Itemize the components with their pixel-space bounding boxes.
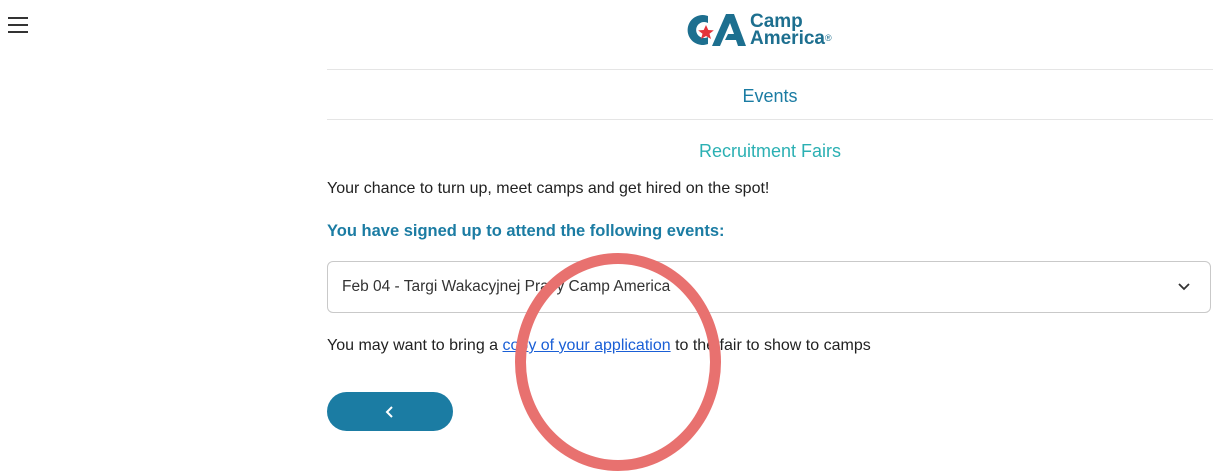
camp-america-logo-icon — [687, 14, 746, 46]
chevron-left-icon — [385, 405, 393, 418]
header-divider — [327, 69, 1213, 70]
chevron-down-icon — [1178, 283, 1190, 291]
nav-divider — [327, 119, 1213, 120]
back-button[interactable] — [327, 392, 453, 431]
signed-up-heading: You have signed up to attend the followi… — [327, 222, 725, 240]
application-note: You may want to bring a copy of your app… — [327, 337, 871, 355]
event-select[interactable]: Feb 04 - Targi Wakacyjnej Pracy Camp Ame… — [327, 261, 1211, 313]
nav-events-link[interactable]: Events — [327, 86, 1213, 107]
event-select-value: Feb 04 - Targi Wakacyjnej Pracy Camp Ame… — [342, 278, 671, 295]
intro-text: Your chance to turn up, meet camps and g… — [327, 180, 770, 197]
logo-america-text: America — [750, 28, 825, 49]
logo-reg-mark: ® — [825, 33, 832, 43]
camp-america-logo[interactable]: Camp America® — [682, 10, 832, 50]
note-text-before: You may want to bring a — [327, 337, 503, 354]
logo-wordmark: Camp America® — [750, 12, 832, 49]
note-text-after: to the fair to show to camps — [670, 337, 871, 354]
copy-of-application-link[interactable]: copy of your application — [503, 337, 671, 354]
hamburger-menu-icon[interactable] — [8, 17, 28, 35]
logo-line-america: America® — [750, 28, 832, 49]
page-subtitle: Recruitment Fairs — [698, 141, 842, 161]
